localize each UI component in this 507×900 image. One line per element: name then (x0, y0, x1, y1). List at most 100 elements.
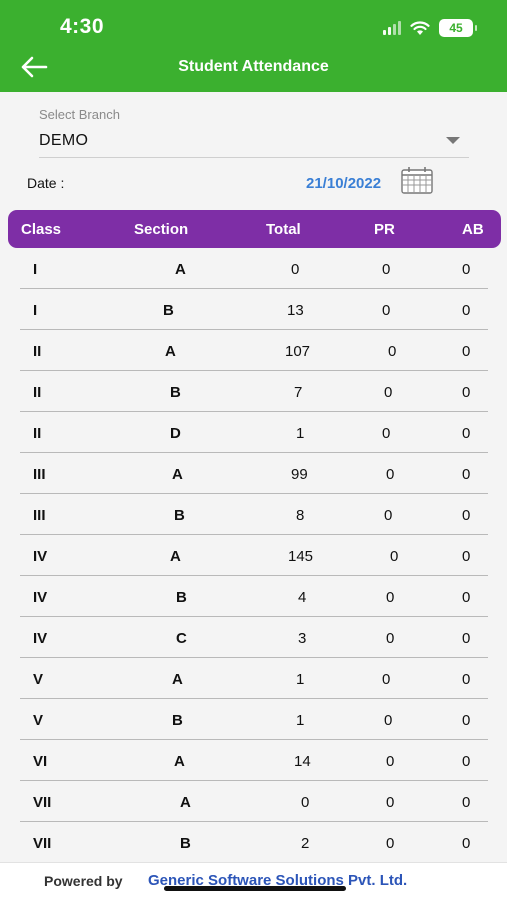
cell-section: A (172, 466, 183, 483)
page-title: Student Attendance (178, 58, 329, 75)
cell-section: B (170, 384, 181, 401)
table-row: V B 1 0 0 (20, 699, 488, 740)
cell-total: 0 (291, 261, 300, 278)
table-row: IV B 4 0 0 (20, 576, 488, 617)
cell-pr: 0 (384, 507, 393, 524)
header-total: Total (266, 221, 301, 238)
cell-ab: 0 (462, 507, 471, 524)
cell-section: B (180, 835, 191, 852)
cell-total: 13 (287, 302, 304, 319)
table-row: VI A 14 0 0 (20, 740, 488, 781)
cell-section: B (176, 589, 187, 606)
cell-section: A (175, 261, 186, 278)
cell-pr: 0 (386, 794, 395, 811)
cell-ab: 0 (462, 302, 471, 319)
cell-section: A (170, 548, 181, 565)
cell-section: A (165, 343, 176, 360)
cell-pr: 0 (386, 630, 395, 647)
table-row: IV C 3 0 0 (20, 617, 488, 658)
status-icons: 45 (383, 18, 477, 38)
cell-ab: 0 (462, 753, 471, 770)
signal-icon (383, 21, 401, 35)
cell-total: 1 (296, 712, 305, 729)
battery-level: 45 (449, 21, 463, 35)
cell-ab: 0 (462, 343, 471, 360)
cell-section: D (170, 425, 181, 442)
cell-total: 1 (296, 425, 305, 442)
header-ab: AB (462, 221, 484, 238)
cell-class: VII (33, 835, 52, 852)
cell-class: IV (33, 589, 48, 606)
cell-class: V (33, 671, 44, 688)
cell-class: III (33, 466, 46, 483)
cell-ab: 0 (462, 589, 471, 606)
cell-class: IV (33, 630, 48, 647)
date-value[interactable]: 21/10/2022 (306, 175, 381, 192)
cell-total: 99 (291, 466, 308, 483)
table-row: II B 7 0 0 (20, 371, 488, 412)
calendar-icon[interactable] (400, 166, 434, 194)
cell-section: B (174, 507, 185, 524)
cell-ab: 0 (462, 548, 471, 565)
table-row: I A 0 0 0 (20, 248, 488, 289)
cell-class: VII (33, 794, 52, 811)
cell-pr: 0 (382, 261, 391, 278)
cell-total: 7 (294, 384, 303, 401)
cell-section: B (172, 712, 183, 729)
cell-ab: 0 (462, 384, 471, 401)
table-row: III A 99 0 0 (20, 453, 488, 494)
cell-pr: 0 (386, 466, 395, 483)
app-header: 4:30 45 Student Attendance (0, 0, 507, 92)
cell-ab: 0 (462, 261, 471, 278)
cell-pr: 0 (384, 384, 393, 401)
cell-class: I (33, 302, 38, 319)
cell-ab: 0 (462, 712, 471, 729)
cell-total: 0 (301, 794, 310, 811)
cell-total: 1 (296, 671, 305, 688)
battery-icon: 45 (439, 19, 477, 37)
cell-ab: 0 (462, 466, 471, 483)
cell-pr: 0 (390, 548, 399, 565)
table-row: VII A 0 0 0 (20, 781, 488, 822)
wifi-icon (410, 20, 430, 35)
branch-dropdown[interactable]: DEMO (39, 124, 469, 158)
cell-class: I (33, 261, 38, 278)
cell-section: A (180, 794, 191, 811)
cell-total: 4 (298, 589, 307, 606)
footer: Powered by Generic Software Solutions Pv… (0, 862, 507, 900)
cell-pr: 0 (384, 712, 393, 729)
footer-prefix: Powered by (44, 873, 123, 889)
cell-pr: 0 (386, 589, 395, 606)
cell-class: II (33, 384, 42, 401)
attendance-table: I A 0 0 0 I B 13 0 0 II A 107 0 0 II B 7 0 0 II D 1 0 0 III A 99 0 0 I… (0, 248, 507, 863)
cell-total: 2 (301, 835, 310, 852)
cell-class: IV (33, 548, 48, 565)
cell-pr: 0 (386, 753, 395, 770)
cell-section: B (163, 302, 174, 319)
table-row: III B 8 0 0 (20, 494, 488, 535)
table-row: VII B 2 0 0 (20, 822, 488, 863)
header-pr: PR (374, 221, 395, 238)
cell-ab: 0 (462, 835, 471, 852)
cell-total: 107 (285, 343, 311, 360)
cell-ab: 0 (462, 671, 471, 688)
branch-label: Select Branch (39, 107, 120, 122)
cell-class: V (33, 712, 44, 729)
cell-pr: 0 (382, 302, 391, 319)
cell-section: A (174, 753, 185, 770)
cell-class: III (33, 507, 46, 524)
cell-pr: 0 (382, 425, 391, 442)
dropdown-arrow-icon (446, 137, 460, 144)
cell-pr: 0 (382, 671, 391, 688)
cell-ab: 0 (462, 425, 471, 442)
cell-ab: 0 (462, 794, 471, 811)
branch-value: DEMO (39, 131, 89, 149)
table-row: V A 1 0 0 (20, 658, 488, 699)
cell-section: A (172, 671, 183, 688)
cell-class: II (33, 425, 42, 442)
table-row: IV A 145 0 0 (20, 535, 488, 576)
date-label: Date : (27, 175, 65, 191)
table-row: I B 13 0 0 (20, 289, 488, 330)
table-row: II D 1 0 0 (20, 412, 488, 453)
cell-total: 8 (296, 507, 305, 524)
